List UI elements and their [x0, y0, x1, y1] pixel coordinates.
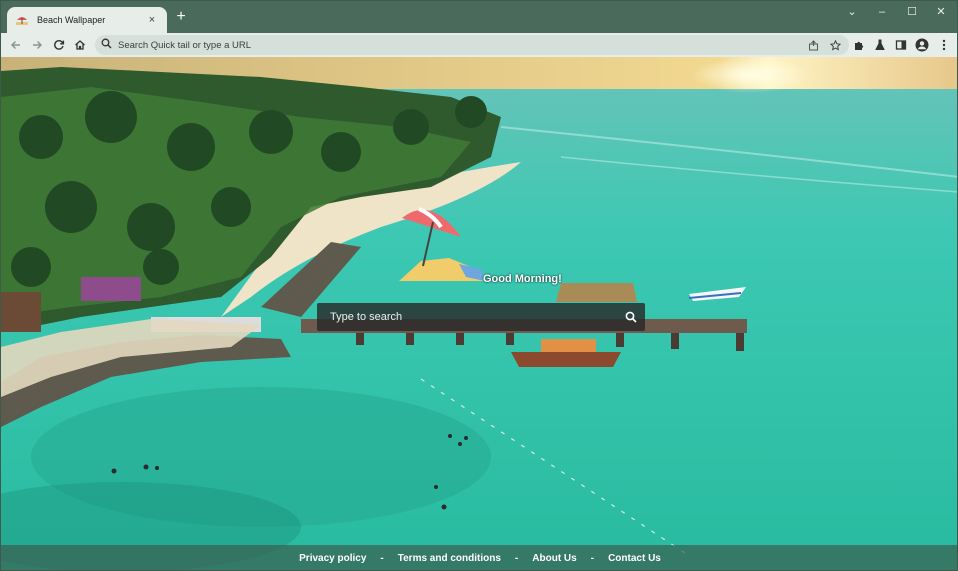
tab-close-icon[interactable]: ×: [145, 14, 159, 26]
page-search-bar: [317, 303, 645, 331]
profile-avatar-icon[interactable]: [913, 36, 931, 54]
share-icon[interactable]: [805, 37, 821, 53]
footer-separator: -: [380, 553, 384, 564]
about-us-link[interactable]: About Us: [532, 553, 576, 564]
maximize-icon[interactable]: ☐: [898, 5, 926, 19]
omnibox-placeholder: Search Quick tail or type a URL: [118, 39, 252, 51]
bookmark-star-icon[interactable]: [827, 37, 843, 53]
privacy-policy-link[interactable]: Privacy policy: [299, 553, 366, 564]
browser-toolbar: Search Quick tail or type a URL: [1, 33, 957, 57]
search-icon: [101, 36, 112, 54]
forward-icon[interactable]: [28, 36, 46, 54]
tab-search-icon[interactable]: ⌄: [838, 5, 866, 19]
minimize-icon[interactable]: –: [868, 5, 896, 19]
side-panel-icon[interactable]: [892, 36, 910, 54]
new-tab-icon[interactable]: +: [173, 9, 189, 25]
search-button-icon[interactable]: [617, 303, 645, 331]
reload-icon[interactable]: [50, 36, 68, 54]
labs-flask-icon[interactable]: [871, 36, 889, 54]
browser-window: Beach Wallpaper × + ⌄ – ☐ ✕ Search Quick…: [0, 0, 958, 571]
footer-separator: -: [590, 553, 595, 564]
page-search-input[interactable]: [317, 303, 617, 331]
close-window-icon[interactable]: ✕: [927, 5, 955, 19]
terms-link[interactable]: Terms and conditions: [398, 553, 501, 564]
extensions-puzzle-icon[interactable]: [850, 36, 868, 54]
back-icon[interactable]: [7, 36, 25, 54]
footer-links: Privacy policy - Terms and conditions - …: [1, 545, 957, 570]
home-icon[interactable]: [71, 36, 89, 54]
footer-separator: -: [514, 553, 519, 564]
more-menu-icon[interactable]: [935, 36, 953, 54]
tab-title: Beach Wallpaper: [37, 15, 106, 25]
omnibox[interactable]: Search Quick tail or type a URL: [95, 35, 849, 55]
contact-us-link[interactable]: Contact Us: [608, 553, 661, 564]
page-content: Good Morning! Privacy policy - Terms and…: [1, 57, 957, 570]
tab-strip: Beach Wallpaper × + ⌄ – ☐ ✕: [1, 1, 957, 33]
beach-favicon-icon: [15, 13, 29, 27]
tab-beach-wallpaper[interactable]: Beach Wallpaper ×: [7, 7, 167, 33]
greeting-text: Good Morning!: [483, 273, 562, 285]
